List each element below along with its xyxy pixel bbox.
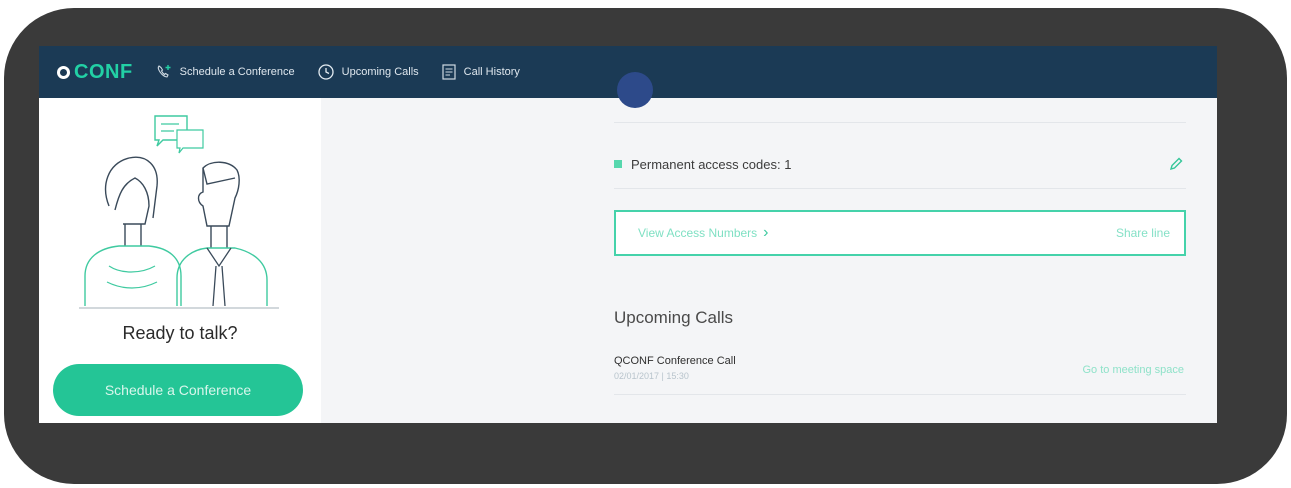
app-logo[interactable]: CONF <box>57 61 133 84</box>
schedule-conference-button[interactable]: Schedule a Conference <box>53 364 303 416</box>
nav-history-label: Call History <box>463 66 520 78</box>
nav-schedule-conference[interactable]: Schedule a Conference <box>155 63 295 81</box>
chevron-right-icon: › <box>763 224 769 241</box>
people-chat-illustration <box>79 115 279 309</box>
pencil-icon[interactable] <box>1168 156 1184 172</box>
logo-q-icon <box>57 65 70 79</box>
nav-call-history[interactable]: Call History <box>441 63 520 81</box>
sidebar: Ready to talk? Schedule a Conference <box>39 98 321 423</box>
clock-icon <box>317 64 334 80</box>
divider <box>614 188 1186 189</box>
upcoming-calls-heading: Upcoming Calls <box>614 308 734 327</box>
nav-upcoming-calls[interactable]: Upcoming Calls <box>317 63 419 81</box>
phone-plus-icon <box>157 65 171 78</box>
divider <box>614 394 1186 395</box>
access-codes-label: Permanent access codes: 1 <box>631 156 792 172</box>
device-frame: CONF Schedule a Conference Upcoming Call… <box>4 8 1287 484</box>
view-access-numbers-link[interactable]: View Access Numbers › <box>638 224 768 242</box>
share-line-link[interactable]: Share line <box>1116 226 1170 240</box>
nav-schedule-label: Schedule a Conference <box>179 66 295 78</box>
document-list-icon <box>442 64 456 80</box>
app-screen: CONF Schedule a Conference Upcoming Call… <box>39 46 1217 423</box>
list-item: QCONF Conference Call 02/01/2017 | 15:30… <box>614 355 1186 381</box>
access-codes-row: Permanent access codes: 1 <box>614 154 1186 174</box>
view-access-numbers-label: View Access Numbers <box>638 226 758 240</box>
avatar <box>617 72 653 108</box>
access-numbers-box: View Access Numbers › Share line <box>614 210 1186 256</box>
nav-upcoming-label: Upcoming Calls <box>341 66 419 78</box>
go-to-meeting-space-link[interactable]: Go to meeting space <box>1082 364 1184 376</box>
divider <box>614 122 1186 123</box>
ready-to-talk-text: Ready to talk? <box>122 323 238 343</box>
status-square-icon <box>614 160 622 168</box>
main-panel: Permanent access codes: 1 View Access Nu… <box>599 72 1199 423</box>
logo-text: CONF <box>74 60 133 83</box>
